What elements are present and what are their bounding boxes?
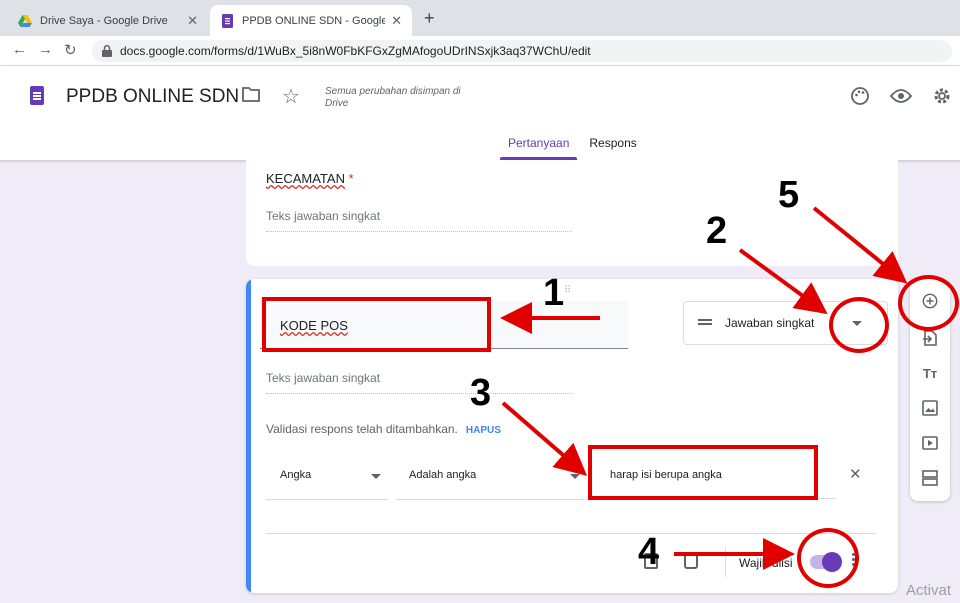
short-text-icon xyxy=(698,319,712,321)
validation-rule-select[interactable]: Adalah angka xyxy=(409,469,476,481)
card-footer-divider xyxy=(266,533,876,534)
question-card-kecamatan[interactable]: KECAMATAN * Teks jawaban singkat xyxy=(246,160,898,266)
select-underline xyxy=(396,499,586,500)
import-questions-icon[interactable] xyxy=(922,330,938,346)
add-image-icon[interactable] xyxy=(922,400,938,416)
lock-icon xyxy=(102,44,112,57)
reload-icon[interactable]: ↻ xyxy=(64,41,77,59)
forms-header: PPDB ONLINE SDN ☆ Semua perubahan disimp… xyxy=(0,66,960,160)
tab-title: Drive Saya - Google Drive xyxy=(40,14,168,27)
annotation-circle-add-question xyxy=(898,275,959,331)
annotation-box-error-text xyxy=(588,445,818,500)
question-title: KECAMATAN * xyxy=(266,171,354,186)
question-type-label: Jawaban singkat xyxy=(725,316,815,330)
close-tab-icon[interactable]: ✕ xyxy=(391,13,402,29)
annotation-number: 2 xyxy=(706,210,728,252)
clear-validation-icon[interactable]: ✕ xyxy=(849,465,862,483)
footer-separator xyxy=(725,547,726,577)
add-section-icon[interactable] xyxy=(922,470,938,486)
required-label: Wajib diisi xyxy=(739,556,793,570)
tab-title: PPDB ONLINE SDN - Google For... xyxy=(242,14,386,27)
browser-tab-bar: Drive Saya - Google Drive ✕ PPDB ONLINE … xyxy=(0,0,960,36)
close-tab-icon[interactable]: ✕ xyxy=(187,13,198,29)
preview-eye-icon[interactable] xyxy=(889,88,913,109)
tab-respons[interactable]: Respons xyxy=(581,136,644,160)
form-tabs: Pertanyaan Respons xyxy=(500,136,645,160)
add-title-icon[interactable]: Tт xyxy=(922,365,938,381)
delete-trash-icon[interactable] xyxy=(684,553,698,569)
back-icon[interactable]: ← xyxy=(12,41,27,58)
short-answer-placeholder: Teks jawaban singkat xyxy=(266,371,572,394)
chevron-down-icon[interactable] xyxy=(371,474,381,479)
forms-logo-icon[interactable] xyxy=(30,86,44,105)
tab-drive[interactable]: Drive Saya - Google Drive ✕ xyxy=(8,5,208,36)
add-video-icon[interactable] xyxy=(922,435,938,451)
tab-pertanyaan[interactable]: Pertanyaan xyxy=(500,136,578,160)
new-tab-icon[interactable]: + xyxy=(424,8,435,29)
hapus-link[interactable]: HAPUS xyxy=(466,425,501,436)
google-forms-icon xyxy=(220,13,234,28)
select-underline xyxy=(266,499,388,500)
annotation-number: 5 xyxy=(778,174,800,216)
annotation-circle-required-toggle xyxy=(797,528,859,588)
short-answer-placeholder: Teks jawaban singkat xyxy=(266,209,572,232)
address-bar-row: ← → ↻ docs.google.com/forms/d/1WuBx_5i8n… xyxy=(0,36,960,66)
url-field[interactable]: docs.google.com/forms/d/1WuBx_5i8nW0FbKF… xyxy=(92,40,952,62)
validation-type-select[interactable]: Angka xyxy=(280,469,311,481)
drag-handle-icon[interactable]: ⠿ xyxy=(564,285,572,296)
folder-icon[interactable] xyxy=(242,86,260,107)
forward-icon[interactable]: → xyxy=(38,41,53,58)
annotation-circle-type-dropdown xyxy=(829,297,889,353)
chevron-down-icon[interactable] xyxy=(570,474,580,479)
annotation-number: 1 xyxy=(543,272,565,314)
google-drive-icon xyxy=(18,14,32,28)
settings-gear-icon[interactable] xyxy=(932,86,952,111)
validation-note: Validasi respons telah ditambahkan. HAPUS xyxy=(266,422,501,436)
palette-icon[interactable] xyxy=(850,86,870,111)
star-icon[interactable]: ☆ xyxy=(282,84,300,109)
annotation-number: 3 xyxy=(470,372,492,414)
save-status: Semua perubahan disimpan di Drive xyxy=(325,86,461,109)
form-title[interactable]: PPDB ONLINE SDN xyxy=(66,86,239,108)
required-asterisk: * xyxy=(348,171,354,186)
annotation-box-question-title xyxy=(262,297,491,352)
url-text: docs.google.com/forms/d/1WuBx_5i8nW0FbKF… xyxy=(120,44,591,58)
tab-forms[interactable]: PPDB ONLINE SDN - Google For... ✕ xyxy=(210,5,412,36)
annotation-number: 4 xyxy=(638,531,660,573)
activate-windows-watermark: Activat xyxy=(906,582,952,599)
